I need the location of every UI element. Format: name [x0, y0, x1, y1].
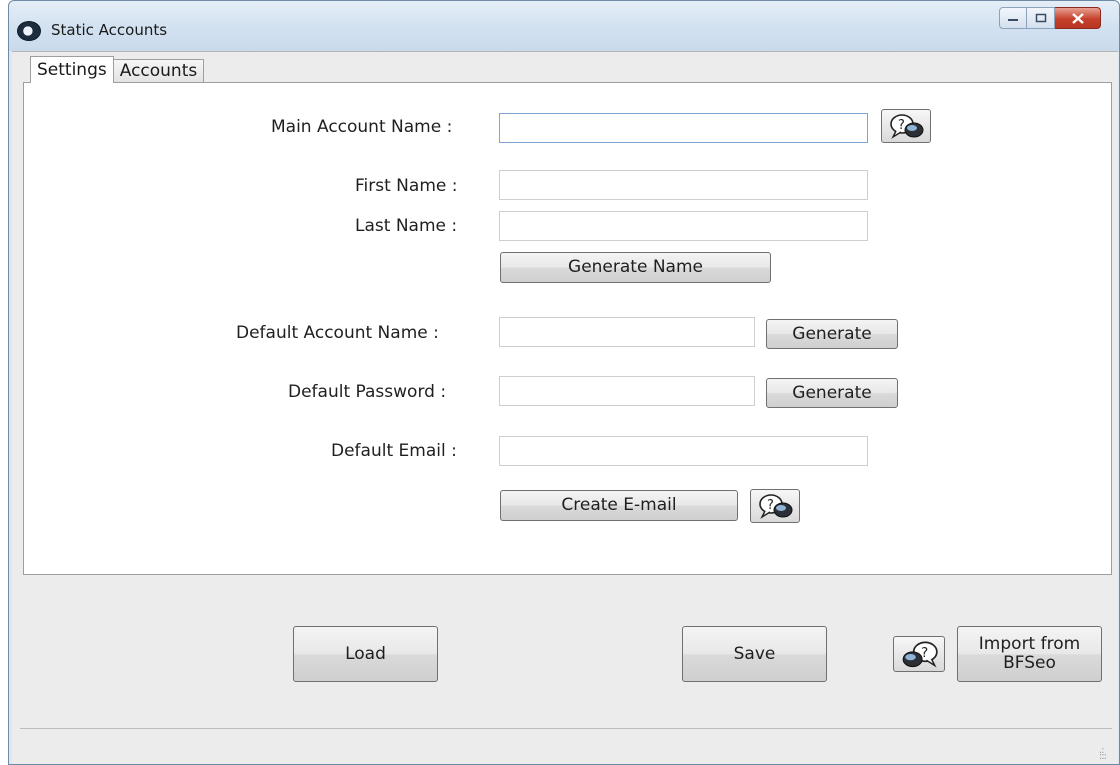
tab-settings[interactable]: Settings: [30, 56, 114, 83]
resize-grip-icon[interactable]: .::::: [1099, 746, 1107, 762]
app-window: Static Accounts Settings Accounts Main A…: [8, 0, 1120, 765]
help-bubble-icon: ?: [902, 641, 938, 668]
first-name-label: First Name :: [355, 176, 458, 196]
default-email-label: Default Email :: [331, 441, 457, 461]
default-account-name-input[interactable]: [499, 317, 755, 347]
tab-accounts[interactable]: Accounts: [112, 59, 205, 83]
minimize-button[interactable]: [999, 7, 1027, 29]
svg-text:?: ?: [898, 118, 905, 133]
create-email-help-button[interactable]: ?: [750, 489, 800, 523]
default-password-input[interactable]: [499, 376, 755, 406]
last-name-label: Last Name :: [355, 216, 458, 236]
close-icon: [1071, 12, 1084, 24]
main-account-name-input[interactable]: [499, 113, 868, 143]
caption-buttons: [999, 7, 1101, 29]
save-button[interactable]: Save: [682, 626, 827, 682]
default-password-label: Default Password :: [288, 382, 447, 402]
maximize-button[interactable]: [1027, 7, 1055, 29]
title-bar[interactable]: Static Accounts: [9, 1, 1119, 51]
save-label: Save: [733, 643, 776, 664]
default-email-input[interactable]: [499, 436, 868, 466]
import-label-line1: Import from: [978, 634, 1081, 654]
window-title: Static Accounts: [51, 21, 168, 39]
last-name-input[interactable]: [499, 211, 868, 241]
eye-icon: [17, 21, 41, 41]
generate-password-label: Generate: [792, 382, 872, 403]
svg-text:?: ?: [767, 498, 774, 513]
main-account-name-label: Main Account Name :: [271, 117, 453, 137]
first-name-input[interactable]: [499, 170, 868, 200]
load-button[interactable]: Load: [293, 626, 438, 682]
import-help-button[interactable]: ?: [893, 636, 945, 672]
maximize-icon: [1035, 13, 1046, 23]
client-area: Settings Accounts Main Account Name : ? …: [12, 51, 1118, 764]
create-email-button[interactable]: Create E-mail: [500, 490, 738, 521]
generate-name-label: Generate Name: [568, 257, 703, 277]
load-label: Load: [345, 643, 386, 664]
generate-name-button[interactable]: Generate Name: [500, 252, 771, 283]
default-account-name-label: Default Account Name :: [236, 323, 439, 343]
create-email-label: Create E-mail: [561, 495, 677, 515]
help-bubble-icon: ?: [759, 494, 793, 519]
main-account-help-button[interactable]: ?: [881, 109, 931, 143]
generate-account-name-button[interactable]: Generate: [766, 319, 898, 349]
tab-strip: Settings Accounts: [30, 56, 205, 83]
generate-account-name-label: Generate: [792, 323, 872, 344]
status-bar: .::::: [20, 728, 1112, 764]
close-button[interactable]: [1055, 7, 1101, 29]
import-label-line2: BFSeo: [1003, 653, 1056, 673]
generate-password-button[interactable]: Generate: [766, 378, 898, 408]
help-bubble-icon: ?: [890, 114, 924, 139]
settings-panel: Main Account Name : ? First Name : Last …: [23, 82, 1112, 575]
minimize-icon: [1008, 19, 1018, 21]
import-from-bfseo-button[interactable]: Import from BFSeo: [957, 626, 1102, 682]
